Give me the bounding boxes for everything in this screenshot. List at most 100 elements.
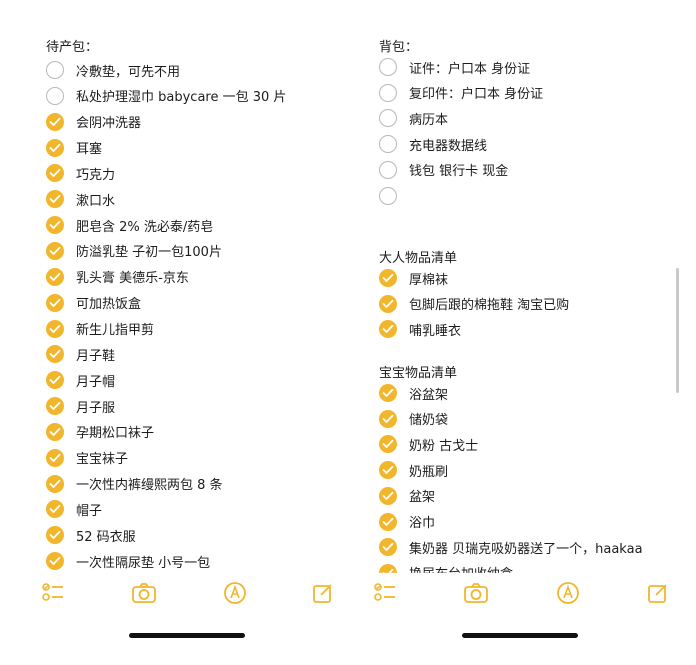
compose-icon[interactable] (643, 578, 673, 608)
checklist-item-label[interactable]: 浴巾 (409, 512, 435, 531)
checklist-item-label[interactable]: 月子鞋 (76, 345, 115, 364)
checked-circle-icon[interactable] (379, 435, 397, 454)
checklist-item-label[interactable]: 厚棉袜 (409, 269, 448, 288)
home-indicator[interactable] (462, 633, 578, 638)
checklist-item: 厚棉袜 (379, 266, 448, 290)
checked-circle-icon[interactable] (46, 448, 64, 467)
checked-circle-icon[interactable] (379, 409, 397, 428)
checklist-item: 储奶袋 (379, 407, 448, 431)
checklist-item-label[interactable]: 包脚后跟的棉拖鞋 淘宝已购 (409, 294, 569, 313)
checklist-item-label[interactable]: 防溢乳垫 子初一包100片 (76, 241, 222, 260)
checklist-icon[interactable] (370, 578, 400, 608)
checklist-item: 月子帽 (46, 368, 115, 392)
checklist-item-label[interactable]: 月子服 (76, 397, 115, 416)
checked-circle-icon[interactable] (46, 112, 64, 131)
checkmark-icon (49, 557, 61, 566)
checklist-item-label[interactable]: 会阴冲洗器 (76, 112, 141, 131)
checklist-item: 复印件：户口本 身份证 (379, 81, 543, 105)
checked-circle-icon[interactable] (46, 138, 64, 157)
checked-circle-icon[interactable] (46, 552, 64, 571)
checked-circle-icon[interactable] (379, 384, 397, 402)
checklist-item: 会阴冲洗器 (46, 110, 141, 134)
checklist-item-label[interactable]: 耳塞 (76, 138, 102, 157)
unchecked-circle-icon[interactable] (379, 186, 397, 205)
unchecked-circle-icon[interactable] (379, 160, 397, 179)
checkmark-icon (382, 465, 394, 474)
home-indicator[interactable] (129, 633, 245, 638)
checked-circle-icon[interactable] (379, 320, 397, 339)
camera-icon[interactable] (129, 578, 159, 608)
checklist-item-label[interactable]: 钱包 银行卡 现金 (409, 160, 508, 179)
checked-circle-icon[interactable] (46, 422, 64, 441)
checked-circle-icon[interactable] (46, 293, 64, 312)
checked-circle-icon[interactable] (46, 164, 64, 183)
unchecked-circle-icon[interactable] (379, 58, 397, 76)
checklist-item: 一次性隔尿垫 小号一包 (46, 549, 210, 573)
checklist-item-label[interactable]: 浴盆架 (409, 384, 448, 403)
checklist-item-label[interactable]: 一次性隔尿垫 小号一包 (76, 552, 210, 571)
checked-circle-icon[interactable] (46, 526, 64, 545)
checked-circle-icon[interactable] (46, 267, 64, 286)
unchecked-circle-icon[interactable] (379, 135, 397, 154)
unchecked-circle-icon[interactable] (46, 61, 64, 79)
checklist-item-label[interactable]: 肥皂含 2% 洗必泰/药皂 (76, 216, 213, 235)
checklist-item-label[interactable]: 集奶器 贝瑞克吸奶器送了一个，haakaa (409, 538, 643, 557)
unchecked-circle-icon[interactable] (379, 83, 397, 102)
checklist-item-label[interactable]: 新生儿指甲剪 (76, 319, 154, 338)
checked-circle-icon[interactable] (46, 241, 64, 260)
checkmark-icon (382, 491, 394, 500)
checklist-item-label[interactable]: 帽子 (76, 500, 102, 519)
scrollbar[interactable] (676, 268, 679, 393)
camera-icon[interactable] (461, 578, 491, 608)
checklist-item-label[interactable]: 奶粉 古戈士 (409, 435, 478, 454)
checklist-icon[interactable] (38, 578, 68, 608)
markup-pen-icon[interactable] (553, 578, 583, 608)
checklist-item-label[interactable]: 哺乳睡衣 (409, 320, 461, 339)
checklist-item-label[interactable]: 一次性内裤缦熙两包 8 条 (76, 474, 223, 493)
checked-circle-icon[interactable] (46, 345, 64, 364)
checklist-item: 充电器数据线 (379, 132, 487, 156)
checklist-item-label[interactable]: 乳头膏 美德乐-京东 (76, 267, 189, 286)
checkmark-icon (49, 220, 61, 229)
checkmark-icon (382, 273, 394, 282)
checklist-item-label[interactable]: 证件：户口本 身份证 (409, 58, 530, 77)
checklist-item-label[interactable]: 奶瓶刷 (409, 461, 448, 480)
checked-circle-icon[interactable] (46, 397, 64, 416)
checked-circle-icon[interactable] (46, 319, 64, 338)
checked-circle-icon[interactable] (46, 500, 64, 519)
checklist-item: 病历本 (379, 106, 448, 130)
checked-circle-icon[interactable] (46, 216, 64, 235)
checklist-item-label[interactable]: 复印件：户口本 身份证 (409, 83, 543, 102)
section-header-daichanbao: 待产包： (46, 40, 99, 55)
unchecked-circle-icon[interactable] (46, 86, 64, 105)
checklist-item-label[interactable]: 病历本 (409, 109, 448, 128)
checkmark-icon (49, 169, 61, 178)
checklist-item-label[interactable]: 充电器数据线 (409, 135, 487, 154)
checklist-item-label[interactable]: 冷敷垫，可先不用 (76, 61, 180, 80)
checked-circle-icon[interactable] (46, 190, 64, 209)
checked-circle-icon[interactable] (379, 294, 397, 313)
checklist-item-label[interactable]: 盆架 (409, 486, 435, 505)
checked-circle-icon[interactable] (46, 371, 64, 390)
checked-circle-icon[interactable] (379, 512, 397, 531)
unchecked-circle-icon[interactable] (379, 109, 397, 128)
checked-circle-icon[interactable] (379, 269, 397, 287)
checklist-item-label[interactable]: 漱口水 (76, 190, 115, 209)
checklist-item-label[interactable]: 储奶袋 (409, 409, 448, 428)
checklist-item-label[interactable]: 宝宝袜子 (76, 448, 128, 467)
checked-circle-icon[interactable] (379, 486, 397, 505)
checked-circle-icon[interactable] (379, 538, 397, 557)
checklist-item-label[interactable]: 私处护理湿巾 babycare 一包 30 片 (76, 86, 286, 105)
checklist-item-label[interactable]: 52 码衣服 (76, 526, 136, 545)
checklist-item-label[interactable]: 可加热饭盒 (76, 293, 141, 312)
compose-icon[interactable] (308, 578, 338, 608)
checklist-item-label[interactable]: 月子帽 (76, 371, 115, 390)
checklist-item-label[interactable]: 孕期松口袜子 (76, 422, 154, 441)
markup-pen-icon[interactable] (220, 578, 250, 608)
checked-circle-icon[interactable] (379, 461, 397, 480)
section-header: 背包： (379, 40, 419, 55)
checklist-item-label[interactable]: 巧克力 (76, 164, 115, 183)
checkmark-icon (49, 195, 61, 204)
checked-circle-icon[interactable] (46, 474, 64, 493)
checkmark-icon (49, 401, 61, 410)
